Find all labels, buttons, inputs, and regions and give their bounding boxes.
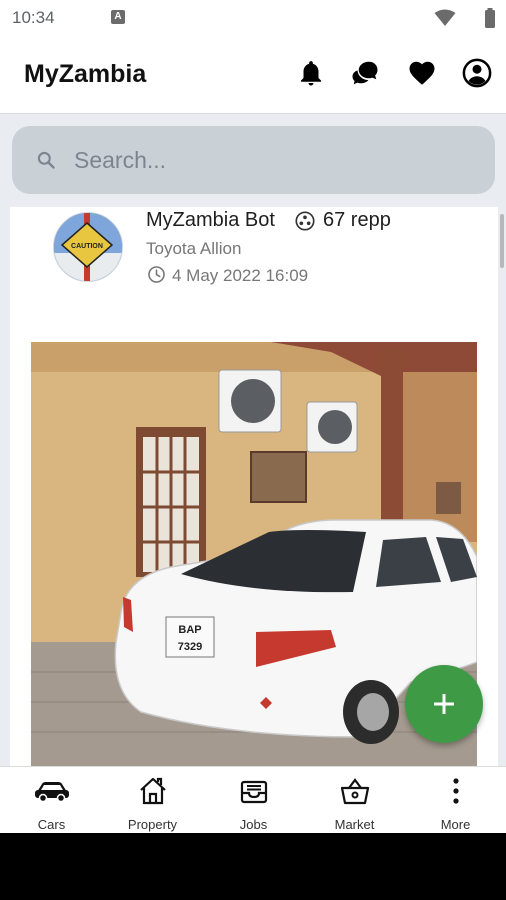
nav-more[interactable]: More <box>405 767 506 833</box>
caution-sign-image: CAUTION <box>54 213 122 281</box>
battery-icon <box>485 8 495 28</box>
nav-label-property: Property <box>127 817 178 832</box>
caution-sign-text: CAUTION <box>71 243 103 250</box>
app-title: MyZambia <box>24 60 147 88</box>
nav-label-more: More <box>440 817 471 832</box>
house-icon <box>139 777 166 805</box>
app-screen: 10:34 A MyZambia Search... CAUTION MyZam… <box>0 0 506 833</box>
inbox-icon <box>240 780 267 804</box>
bell-icon[interactable] <box>296 58 326 88</box>
nav-label-market: Market <box>334 817 375 832</box>
post-subtitle: Toyota Allion <box>146 239 242 258</box>
nav-label-cars: Cars <box>37 817 66 832</box>
search-input[interactable] <box>74 138 474 182</box>
nav-property[interactable]: Property <box>102 767 203 833</box>
reputation-icon <box>295 211 315 231</box>
nav-jobs[interactable]: Jobs <box>203 767 304 833</box>
plus-icon <box>434 694 454 714</box>
status-time: 10:34 <box>12 8 55 27</box>
nav-cars[interactable]: Cars <box>1 767 102 833</box>
license-plate-line1: BAP <box>178 624 201 636</box>
search-icon <box>37 151 55 169</box>
scrollbar-thumb[interactable] <box>500 214 504 268</box>
car-icon <box>34 782 69 803</box>
system-nav-area <box>0 833 506 900</box>
add-post-button[interactable] <box>405 665 483 743</box>
avatar[interactable]: CAUTION <box>53 212 123 282</box>
heart-icon[interactable] <box>407 58 437 88</box>
license-plate-line2: 7329 <box>178 641 202 653</box>
nav-label-jobs: Jobs <box>239 817 268 832</box>
search-bar <box>12 126 495 194</box>
app-bar: MyZambia <box>0 36 506 114</box>
basket-icon <box>340 778 369 805</box>
post-date: 4 May 2022 16:09 <box>172 266 309 285</box>
wifi-icon <box>434 9 456 26</box>
nav-market[interactable]: Market <box>304 767 405 833</box>
clock-icon <box>148 266 165 283</box>
status-bar: 10:34 A <box>0 0 506 36</box>
post-author[interactable]: MyZambia Bot <box>146 209 275 232</box>
post-reputation: 67 repp <box>323 209 391 231</box>
more-vert-icon <box>452 778 459 804</box>
notification-icon: A <box>111 10 125 24</box>
chat-icon[interactable] <box>350 58 380 88</box>
bottom-navigation: Cars Property Jobs Market More <box>0 766 506 833</box>
account-icon[interactable] <box>462 58 492 88</box>
